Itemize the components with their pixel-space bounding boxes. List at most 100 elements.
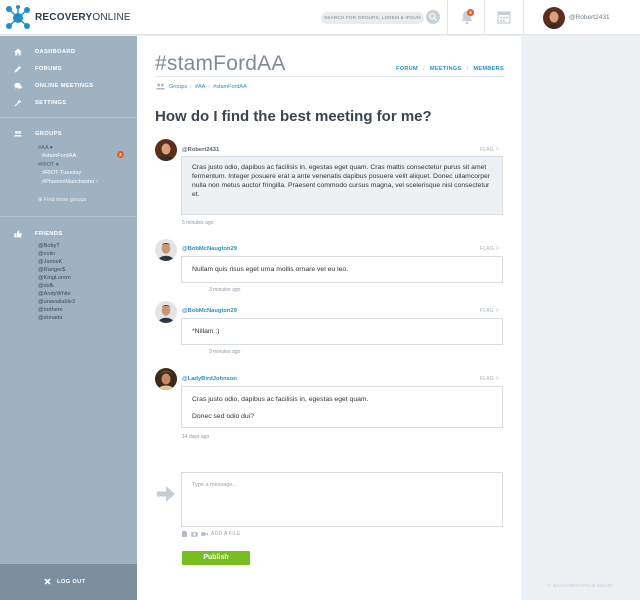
post-author[interactable]: @Robert2431 [182,147,219,153]
top-bar: RECOVERYONLINE SEARCH FOR GROUPS, LOREM … [0,0,640,35]
sidebar-item-online-meetings[interactable]: ONLINE MEETINGS [14,81,93,91]
sidebar-item-settings[interactable]: SETTINGS [14,98,66,108]
sidebar-section-friends[interactable]: FRIENDS [14,229,63,239]
friend-link[interactable]: @KingLorem [38,274,71,282]
post-text: *Nillam :) [192,328,220,335]
post-timestamp: 3 minutes ago [209,349,241,355]
pencil-icon [14,66,21,73]
flag-button[interactable]: FLAG ⚐ [480,308,500,314]
sidebar-item-label: ONLINE MEETINGS [35,83,94,89]
camera-icon[interactable] [191,531,198,537]
divider [523,0,524,35]
chat-icon [14,82,22,89]
brand-name[interactable]: RECOVERYONLINE [35,12,131,23]
group-count-badge: 2 [117,151,124,158]
post-author[interactable]: @LadyBirdJohnson [182,376,237,382]
group-link-stamfordaa[interactable]: #stamFordAA [42,152,76,160]
post-author[interactable]: @BobMcNaugton29 [182,308,237,314]
tab-meetings[interactable]: MEETINGS [430,66,462,72]
document-icon[interactable] [181,531,188,537]
friend-link[interactable]: @colin [38,250,55,258]
avatar[interactable] [155,139,177,161]
search-input[interactable]: SEARCH FOR GROUPS, LOREM & IPSUM [321,12,424,24]
wrench-icon [14,99,21,107]
avatar[interactable] [155,368,177,390]
post-author[interactable]: @BobMcNaugton29 [182,246,237,252]
flag-label: FLAG [480,246,494,252]
friend-link[interactable]: @unavailable3 [38,298,75,306]
flag-label: FLAG [480,308,494,314]
friend-link[interactable]: @Ranger$ [38,266,65,274]
flag-button[interactable]: FLAG ⚐ [480,376,500,382]
video-icon[interactable] [201,531,208,537]
sidebar-item-label: SETTINGS [35,100,67,106]
divider [155,76,506,77]
message-input[interactable]: Type a message... [181,472,503,527]
notification-badge: 6 [467,9,474,16]
post-text: Nullam quis risus eget urna mollis ornar… [192,266,349,273]
sidebar-item-label: FRIENDS [35,231,63,237]
friend-link[interactable]: @JamieK [38,258,62,266]
breadcrumb-groups[interactable]: Groups [169,84,187,90]
logout-button[interactable]: LOG OUT [0,564,137,600]
brand-bold: RECOVERY [35,12,93,23]
find-more-groups-link[interactable]: ⊕ Find more groups [38,197,86,203]
friend-link[interactable]: @donada [38,314,62,322]
friend-link[interactable]: @nothere [38,306,63,314]
add-file-link[interactable]: ADD A FILE [211,531,241,537]
avatar[interactable] [543,7,565,29]
tab-forum[interactable]: FORUM [396,66,418,72]
divider [484,0,485,35]
group-tabs: FORUM / MEETINGS / MEMBERS [396,66,504,72]
flag-button[interactable]: FLAG ⚐ [480,147,500,153]
divider [447,0,448,35]
tab-separator: / [423,66,425,72]
group-link-phoenixmanchester[interactable]: #PhoenixManchester ‹ [42,178,98,186]
breadcrumb-separator: › [208,83,211,90]
flag-button[interactable]: FLAG ⚐ [480,246,500,252]
calendar-icon[interactable] [497,10,511,24]
friend-link[interactable]: @dsfk [38,282,54,290]
publish-button[interactable]: Publish [182,551,250,565]
group-icon [14,131,22,137]
post-body: Nullam quis risus eget urna mollis ornar… [181,256,503,283]
friend-link[interactable]: @BobyT [38,242,60,250]
sidebar-item-label: GROUPS [35,131,62,137]
post-text: Donec sed odio dui? [192,413,254,420]
sidebar-item-label: FORUMS [35,66,62,72]
search-icon[interactable] [426,10,440,24]
avatar[interactable] [155,239,177,261]
arrow-right-icon [157,486,175,502]
sidebar-item-dashboard[interactable]: DASHBOARD [14,47,75,57]
sidebar-section-groups[interactable]: GROUPS [14,129,62,139]
post-text: Cras justo odio, dapibus ac facilisis in… [192,164,491,198]
sidebar-divider [0,117,137,118]
sidebar-item-forums[interactable]: FORUMS [14,64,62,74]
tab-members[interactable]: MEMBERS [473,66,504,72]
flag-label: FLAG [480,147,494,153]
group-link-riot[interactable]: #RIOT ▾ [38,161,59,169]
find-more-label: Find more groups [44,197,87,203]
group-icon [156,83,165,90]
breadcrumb-aa[interactable]: #AA [195,84,205,90]
avatar[interactable] [155,301,177,323]
copyright: © 2013 LOREM IPSUM DOLOR [548,583,613,588]
post-timestamp: 5 minutes ago [182,220,214,226]
user-name[interactable]: @Robert2431 [569,14,610,21]
sidebar-item-label: DASHBOARD [35,49,76,55]
brand-light: ONLINE [92,12,131,23]
post-body: *Nillam :) [181,318,503,345]
logo-icon[interactable] [5,5,31,31]
right-column [521,36,640,600]
home-icon [14,48,22,56]
group-link-aa[interactable]: #AA ▾ [38,144,53,152]
friend-link[interactable]: @AndyWhite [38,290,71,298]
group-link-riot-tuesday[interactable]: #RIOT-Tuesday [42,169,81,177]
post-text: Cras justo odio, dapibus ac facilisis in… [192,396,369,403]
breadcrumb-separator: › [190,83,192,90]
page-title: #stamFordAA [155,52,286,75]
sidebar-divider [0,216,137,217]
logout-label: LOG OUT [57,579,86,585]
thumbs-up-icon [14,230,22,238]
breadcrumb-stamfordaa[interactable]: #stamFordAA [213,84,247,90]
